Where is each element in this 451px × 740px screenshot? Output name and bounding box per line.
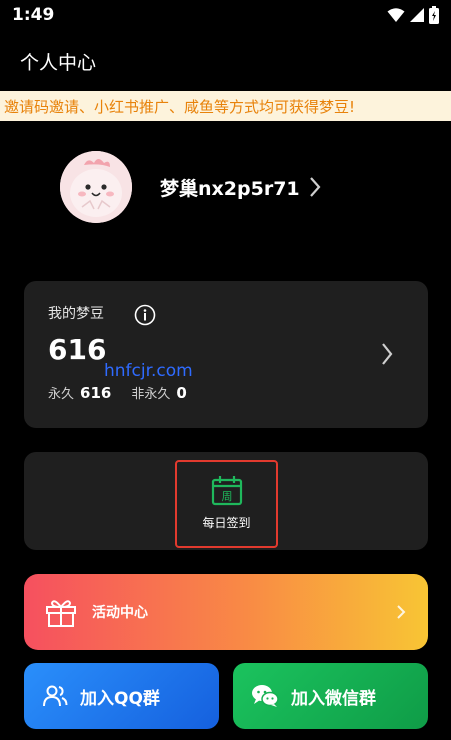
battery-icon bbox=[429, 6, 439, 24]
signal-icon bbox=[410, 8, 424, 22]
chevron-right-icon bbox=[308, 176, 322, 198]
activity-center-button[interactable]: 活动中心 bbox=[24, 574, 428, 650]
calendar-icon: 周 bbox=[211, 476, 242, 506]
join-qq-group-button[interactable]: 加入QQ群 bbox=[24, 663, 219, 729]
status-icons bbox=[387, 6, 439, 24]
checkin-card: 周 每日签到 bbox=[24, 452, 428, 550]
activity-center-label: 活动中心 bbox=[92, 605, 148, 621]
page-title: 个人中心 bbox=[20, 52, 97, 74]
daily-checkin-button[interactable]: 周 每日签到 bbox=[175, 460, 278, 548]
beans-total: 616 bbox=[48, 333, 107, 366]
wifi-icon bbox=[387, 8, 405, 22]
promo-banner[interactable]: 邀请码邀请、小红书推广、咸鱼等方式均可获得梦豆! bbox=[0, 91, 451, 121]
promo-banner-text: 邀请码邀请、小红书推广、咸鱼等方式均可获得梦豆! bbox=[4, 97, 356, 116]
chevron-right-icon bbox=[396, 604, 406, 624]
status-time: 1:49 bbox=[12, 5, 55, 25]
temporary-label: 非永久 bbox=[131, 387, 171, 402]
watermark-text: hnfcjr.com bbox=[104, 361, 193, 381]
info-icon[interactable] bbox=[134, 304, 156, 330]
beans-card[interactable]: 我的梦豆 616 hnfcjr.com 永久 616 非永久 0 bbox=[24, 281, 428, 428]
permanent-value: 616 bbox=[80, 384, 112, 402]
avatar[interactable] bbox=[60, 151, 132, 223]
beans-breakdown: 永久 616 非永久 0 bbox=[48, 383, 207, 402]
join-wechat-group-label: 加入微信群 bbox=[291, 688, 376, 709]
calendar-icon-text: 周 bbox=[221, 490, 232, 503]
permanent-label: 永久 bbox=[48, 387, 75, 402]
chevron-right-icon bbox=[380, 342, 394, 370]
checkin-label: 每日签到 bbox=[202, 516, 251, 530]
temporary-value: 0 bbox=[176, 384, 187, 402]
join-wechat-group-button[interactable]: 加入微信群 bbox=[233, 663, 428, 729]
gift-icon bbox=[44, 596, 78, 628]
beans-label: 我的梦豆 bbox=[48, 306, 104, 322]
join-qq-group-label: 加入QQ群 bbox=[80, 688, 160, 709]
profile-row[interactable]: 梦巢nx2p5r71 bbox=[60, 150, 400, 224]
username[interactable]: 梦巢nx2p5r71 bbox=[160, 174, 300, 201]
avatar-image bbox=[60, 151, 132, 223]
wechat-icon bbox=[251, 684, 279, 708]
status-bar: 1:49 bbox=[0, 0, 451, 32]
users-icon bbox=[42, 684, 68, 708]
